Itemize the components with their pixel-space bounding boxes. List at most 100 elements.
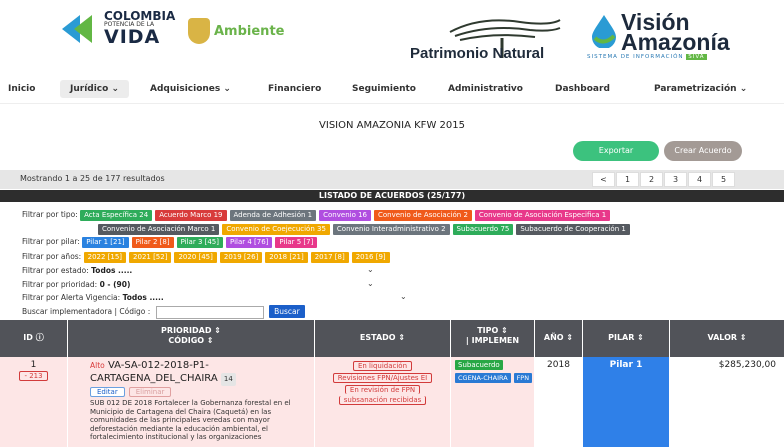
col-header-tipo[interactable]: TIPO ⇕ | IMPLEMEN [451,320,534,357]
fpn-badge: FPN [513,373,533,383]
cell-prioridad: Alto VA-SA-012-2018-P1- CARTAGENA_DEL_CH… [68,357,314,447]
create-agreement-button[interactable]: Crear Acuerdo [664,141,742,161]
estado-badge: subsanación recibidas [338,396,427,405]
nav-seguimiento[interactable]: Seguimiento [352,84,416,94]
col-header-anio[interactable]: AÑO ⇕ [535,320,582,357]
colombia-chevron-icon [62,11,98,47]
edit-button[interactable]: Editar [90,387,125,397]
filter-anio-tag[interactable]: 2020 [45] [174,252,217,263]
row-code-line2[interactable]: CARTAGENA_DEL_CHAIRA [90,373,218,384]
estado-badge: En revisión de FPN [344,385,421,394]
filter-prioridad-row: Filtrar por prioridad: 0 - (90) [22,280,130,289]
page-1-button[interactable]: 1 [616,172,639,187]
filter-tipo-tag[interactable]: Convenio Interadministrativo 2 [332,224,450,235]
filter-tipo-row: Filtrar por tipo: Acta Específica 24 Acue… [22,210,613,221]
alerta-select[interactable]: Todos ..... [123,293,164,302]
filter-tipo-tag[interactable]: Acta Específica 24 [80,210,153,221]
page-title: VISION AMAZONIA KFW 2015 [319,120,465,131]
estado-select[interactable]: Todos ..... [91,266,132,275]
filter-anio-tag[interactable]: 2022 [15] [83,252,127,263]
search-button[interactable]: Buscar [269,305,305,318]
filter-anio-tag[interactable]: 2019 [26] [219,252,263,263]
filter-tipo-tag[interactable]: Convenio de Asociación 2 [374,210,472,221]
filter-estado-row: Filtrar por estado: Todos ..... [22,266,132,275]
filter-anios-row: Filtrar por años: 2022 [15] 2021 [52] 2020… [22,252,393,263]
col-header-pilar[interactable]: PILAR ⇕ [583,320,669,357]
water-drop-icon [592,15,616,48]
row-id: 1 [30,360,37,370]
page-2-button[interactable]: 2 [640,172,663,187]
col-header-estado[interactable]: ESTADO ⇕ [315,320,450,357]
filter-tipo-tag[interactable]: Convenio 16 [319,210,371,221]
row-description: SUB 012 DE 2018 Fortalecer la Gobernanza… [90,399,291,441]
filter-anio-tag[interactable]: 2017 [8] [310,252,349,263]
page-4-button[interactable]: 4 [688,172,711,187]
colombia-logo: COLOMBIA POTENCIA DE LA VIDA [62,10,175,47]
filter-anio-tag[interactable]: 2018 [21] [265,252,308,263]
estado-chevron-icon[interactable]: ⌄ [367,265,374,274]
estado-badge: Revisiones FPN/Ajustes EI [332,373,433,383]
filter-tipo-tag[interactable]: Convenio de Asociación Especifica 1 [474,210,611,221]
filter-anios-label: Filtrar por años: [22,252,82,261]
cell-pilar: Pilar 1 [583,357,669,447]
alerta-chevron-icon[interactable]: ⌄ [400,292,407,301]
nav-inicio[interactable]: Inicio [8,84,35,94]
estado-badge: En liquidación [352,361,413,371]
cell-valor: $285,230,00 [670,357,784,447]
nav-dashboard[interactable]: Dashboard [555,84,610,94]
filter-tipo-tag[interactable]: Adenda de Adhesión 1 [229,210,317,221]
search-row: Buscar implementadora | Código : Buscar [22,305,305,319]
page-3-button[interactable]: 3 [664,172,687,187]
filter-tipo-tag[interactable]: Subacuerdo de Cooperación 1 [516,224,630,235]
col-header-tipo-label: TIPO ⇕ [477,326,508,335]
nav-parametrizacion[interactable]: Parametrización ⌄ [654,84,747,94]
table-row[interactable]: 1 - 213 Alto VA-SA-012-2018-P1- CARTAGEN… [0,357,784,447]
prioridad-chevron-icon[interactable]: ⌄ [367,279,374,288]
filter-anio-tag[interactable]: 2021 [52] [129,252,172,263]
results-count: Mostrando 1 a 25 de 177 resultados [20,174,165,183]
nav-juridico[interactable]: Jurídico ⌄ [60,80,129,98]
coat-of-arms-icon [188,18,210,44]
implementador-badge: CGENA-CHAIRA [455,373,511,383]
filter-tipo-label: Filtrar por tipo: [22,210,78,219]
amazonia-text: Amazonía [621,29,730,55]
filter-alerta-label: Filtrar por Alerta Vigencia: [22,293,121,302]
filter-tipo-tag[interactable]: Convenio de Asociación Marco 1 [98,224,220,235]
filter-tipo-tag[interactable]: Convenio de Coejecución 35 [222,224,330,235]
col-header-valor[interactable]: VALOR ⇕ [670,320,784,357]
tipo-badge: Subacuerdo [455,360,503,370]
col-header-prioridad-label: PRIORIDAD ⇕ [161,326,221,335]
list-title: LISTADO DE ACUERDOS (25/177) [0,190,784,202]
page-5-button[interactable]: 5 [712,172,735,187]
col-header-id[interactable]: ID ⓘ [0,320,67,357]
filter-anio-tag[interactable]: 2016 [9] [351,252,390,263]
nav-financiero[interactable]: Financiero [268,84,321,94]
search-input[interactable] [155,305,264,319]
vision-amazonia-logo: Visión Amazonía SISTEMA DE INFORMACIÓN SI… [587,8,767,68]
filter-tipo-tag[interactable]: Acuerdo Marco 19 [155,210,227,221]
row-count-badge: 14 [220,373,236,386]
nav-administrativo[interactable]: Administrativo [448,84,523,94]
filter-pilar-tag[interactable]: Pilar 3 [45] [176,237,223,248]
row-code-line1[interactable]: VA-SA-012-2018-P1- [108,360,209,371]
filter-pilar-tag[interactable]: Pilar 5 [7] [275,237,318,248]
filter-pilar-tag[interactable]: Pilar 1 [21] [82,237,129,248]
pagination: < 1 2 3 4 5 [592,172,736,187]
page-prev-button[interactable]: < [592,172,615,187]
col-header-prioridad[interactable]: PRIORIDAD ⇕ CÓDIGO ⇕ [68,320,314,357]
patrimonio-natural-logo: Patrimonio Natural [410,18,585,66]
export-button[interactable]: Exportar [573,141,659,161]
cell-anio: 2018 [535,357,582,447]
priority-label: Alto [90,361,105,370]
nav-adquisiciones[interactable]: Adquisiciones ⌄ [150,84,231,94]
prioridad-select[interactable]: 0 - (90) [100,280,131,289]
filter-pilar-tag[interactable]: Pilar 4 [76] [226,237,273,248]
col-header-implementador-label: | IMPLEMEN [465,336,520,345]
filter-tipo-tag[interactable]: Subacuerdo 75 [452,224,514,235]
delete-button[interactable]: Eliminar [128,387,172,397]
ambiente-logo: Ambiente [188,18,284,44]
filter-alerta-row: Filtrar por Alerta Vigencia: Todos ..... [22,293,164,302]
filter-pilar-tag[interactable]: Pilar 2 [8] [131,237,174,248]
ambiente-text: Ambiente [214,23,285,39]
site-header: COLOMBIA POTENCIA DE LA VIDA Ambiente Pa… [0,0,784,75]
